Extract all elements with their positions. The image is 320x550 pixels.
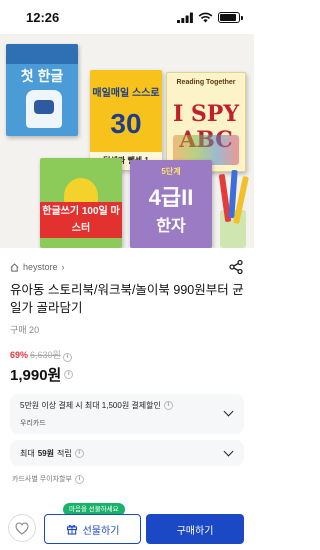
card-points[interactable]: 최대 59원 적립 i <box>10 440 244 466</box>
book-cover-hanja: 5단계 4급II 한자 <box>130 160 212 248</box>
status-time: 12:26 <box>26 9 60 25</box>
sale-price: 1,990원 <box>10 367 62 384</box>
store-chevron: › <box>61 262 65 272</box>
points-suffix: 적립 <box>57 448 72 458</box>
store-row: heystore › <box>0 248 254 275</box>
share-icon[interactable] <box>228 259 244 275</box>
benefit-text: 5만원 이상 결제 시 최대 1,500원 결제할인 <box>20 401 161 410</box>
bottom-bar: 마음을 선물하세요 선물하기 구매하기 <box>0 500 254 550</box>
book4-banner: 한글쓰기 100일 마스터 <box>40 202 122 238</box>
wifi-icon <box>198 12 213 22</box>
book5-title: 한자 <box>156 218 186 235</box>
purchase-count: 구매 20 <box>10 325 40 335</box>
benefit-card-name: 우리카드 <box>20 420 46 427</box>
book-cover-writing: 한글쓰기 100일 마스터 <box>40 158 122 248</box>
book5-top: 5단계 <box>161 167 181 176</box>
installment-info-icon[interactable]: i <box>74 474 84 484</box>
book2-number: 30 <box>110 108 142 139</box>
chevron-down-icon <box>223 446 234 457</box>
gift-button-label: 선물하기 <box>82 525 120 537</box>
points-amount: 59원 <box>37 448 54 458</box>
card-free-installment[interactable]: 카드사별 무이자할부 i <box>12 474 84 484</box>
price-block: 69% 6,630원 i 1,990원 i <box>0 336 254 385</box>
battery-icon <box>218 11 243 23</box>
product-image[interactable]: 첫 한글 매일매일 스스로 30 덧셈과 뺄셈 1 Reading Togeth… <box>0 34 254 248</box>
buy-button-label: 구매하기 <box>176 525 214 537</box>
book-cover-math: 매일매일 스스로 30 덧셈과 뺄셈 1 <box>90 70 162 170</box>
book2-title: 매일매일 스스로 <box>92 88 160 99</box>
signal-icon <box>177 12 193 23</box>
benefit-info-icon[interactable]: i <box>163 401 173 410</box>
heart-icon <box>15 521 29 535</box>
status-icons <box>177 11 243 23</box>
book3-top: Reading Together <box>176 79 236 86</box>
book-cover-ispy: Reading Together I SPY ABC <box>166 72 246 172</box>
store-link[interactable]: heystore › <box>10 262 65 272</box>
original-price: 6,630원 <box>30 350 61 360</box>
house-icon <box>10 262 19 272</box>
store-name: heystore <box>23 262 58 272</box>
card-free-installment-label: 카드사별 무이자할부 <box>12 476 72 483</box>
buy-button[interactable]: 구매하기 <box>146 514 244 544</box>
book-cover-hangul: 첫 한글 <box>6 44 78 136</box>
price-info-icon[interactable]: i <box>64 370 74 379</box>
status-bar: 12:26 <box>0 0 254 34</box>
card-benefit[interactable]: 5만원 이상 결제 시 최대 1,500원 결제할인 i 우리카드 <box>10 394 244 434</box>
battery-level <box>220 13 237 21</box>
points-prefix: 최대 <box>20 448 35 458</box>
points-info-icon[interactable]: i <box>74 448 84 458</box>
book1-title: 첫 한글 <box>20 68 64 84</box>
gift-icon <box>66 524 77 535</box>
info-icon[interactable]: i <box>62 353 72 362</box>
wishlist-button[interactable] <box>8 514 36 542</box>
discount-rate: 69% <box>10 350 29 360</box>
product-title: 유아동 스토리북/워크북/놀이북 990원부터 균일가 골라담기 <box>10 283 244 315</box>
book5-grade: 4급II <box>148 185 194 210</box>
gift-button[interactable]: 선물하기 <box>44 514 141 544</box>
